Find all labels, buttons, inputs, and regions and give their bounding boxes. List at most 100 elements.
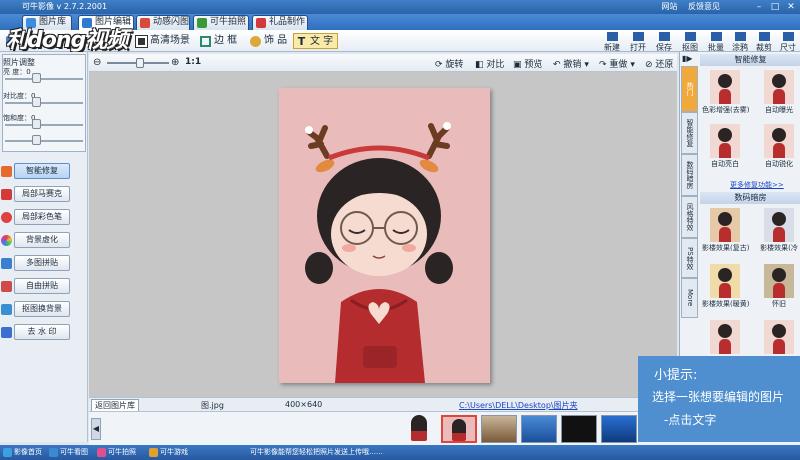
effect-more-1[interactable]	[702, 320, 748, 355]
zoom-actual-size[interactable]: 1:1	[185, 57, 201, 67]
effect-auto-exposure[interactable]: 自动曝光	[756, 70, 800, 115]
open-icon	[632, 32, 644, 41]
filmstrip-thumbnail[interactable]	[561, 415, 597, 443]
taskbar-home[interactable]: 影像首页	[2, 447, 42, 458]
undo-button[interactable]: ↶ 撤销 ▾	[553, 57, 589, 70]
ornament-button[interactable]: 饰 品	[248, 33, 287, 49]
free-collage-button[interactable]: 自由拼贴	[14, 278, 70, 294]
more-repair-link[interactable]: 更多修复功能>>	[730, 180, 784, 190]
doodle-button[interactable]: 涂鸦	[728, 32, 752, 52]
contrast-slider[interactable]: 对比度：0	[3, 91, 87, 109]
crop-button[interactable]: 裁剪	[752, 32, 776, 52]
feedback-link[interactable]: 反馈意见	[688, 2, 720, 11]
hd-scene-button[interactable]: 高清场景	[134, 33, 190, 49]
taskbar-viewer[interactable]: 可牛看图	[48, 447, 88, 458]
doodle-icon	[734, 32, 746, 41]
effect-more-2[interactable]	[756, 320, 800, 355]
open-button[interactable]: 打开	[626, 32, 650, 52]
effect-color-enhance[interactable]: 色彩增强(去雾)	[702, 70, 749, 115]
website-link[interactable]: 网站	[661, 2, 677, 11]
text-button[interactable]: T 文 字	[293, 33, 339, 49]
effect-nostalgia[interactable]: 怀旧	[756, 264, 800, 309]
smart-repair-button[interactable]: 智能修复	[14, 163, 70, 179]
tab-camera[interactable]: 可牛拍照	[193, 15, 249, 30]
vtab-smart-repair[interactable]: 智能修复	[681, 112, 698, 154]
chevron-down-icon[interactable]: ▾	[630, 60, 635, 70]
panel-collapse-icon[interactable]: ▮▶	[682, 54, 693, 63]
effect-studio-cool[interactable]: 影楼效果(冷	[756, 208, 800, 253]
edited-photo[interactable]	[279, 88, 490, 383]
slider-knob[interactable]	[31, 135, 41, 145]
background-blur-button[interactable]: 背景虚化	[14, 232, 70, 248]
zoom-in-icon[interactable]: ⊕	[171, 57, 179, 68]
taskbar-status: 可牛影像能帮您轻松把照片发送上传哦……	[250, 448, 383, 456]
brightness-slider[interactable]: 亮 度：0	[3, 67, 87, 85]
effect-studio-vintage[interactable]: 影楼效果(复古)	[702, 208, 749, 253]
vtab-ps-effects[interactable]: PS特效	[681, 238, 698, 278]
vtab-darkroom[interactable]: 数码暗房	[681, 154, 698, 196]
cutout-icon	[684, 32, 696, 41]
maximize-icon[interactable]: □	[768, 1, 782, 13]
save-button[interactable]: 保存	[652, 32, 676, 52]
scene-icon	[135, 35, 148, 48]
slider-knob[interactable]	[31, 97, 41, 107]
game-icon	[149, 448, 158, 457]
effect-preview	[710, 264, 740, 298]
left-tool-panel: 照片调整 亮 度：0 对比度：0 饱和度：0 智能修复 局部马赛克 局部彩色笔 …	[0, 52, 88, 442]
title-bar: 可牛影像 v 2.7.2.2001 网站 反馈意见 – □ ✕	[0, 0, 800, 14]
redo-button[interactable]: ↷ 重做 ▾	[599, 57, 635, 70]
effect-auto-brighten[interactable]: 自动亮白	[702, 124, 748, 169]
effect-preview	[710, 70, 740, 104]
preview-button[interactable]: ▣ 预览	[513, 57, 542, 70]
filmstrip-thumbnail[interactable]	[601, 415, 637, 443]
compare-button[interactable]: ◧ 对比	[475, 57, 504, 70]
rotate-button[interactable]: ⟳ 旋转	[435, 57, 463, 70]
minimize-icon[interactable]: –	[752, 1, 766, 13]
remove-watermark-button[interactable]: 去 水 印	[14, 324, 70, 340]
filmstrip-thumbnail[interactable]	[521, 415, 557, 443]
local-color-pen-button[interactable]: 局部彩色笔	[14, 209, 70, 225]
extra-slider[interactable]	[3, 129, 87, 147]
cutout-background-button[interactable]: 抠图换背景	[14, 301, 70, 317]
multi-collage-button[interactable]: 多图拼贴	[14, 255, 70, 271]
viewer-icon	[49, 448, 58, 457]
slider-knob[interactable]	[31, 119, 41, 129]
effect-auto-sharpen[interactable]: 自动锐化	[756, 124, 800, 169]
tip-overlay: 小提示: 选择一张想要编辑的图片 -点击文字	[638, 356, 800, 442]
file-path-link[interactable]: C:\Users\DELL\Desktop\图片夹	[459, 400, 578, 411]
mosaic-icon	[1, 189, 12, 200]
scroll-left-icon[interactable]: ◀	[91, 418, 101, 440]
zoom-out-icon[interactable]: ⊖	[93, 57, 101, 68]
effect-studio-warm[interactable]: 影楼效果(暖黄)	[702, 264, 749, 309]
tab-gift-making[interactable]: 礼品制作	[252, 15, 308, 30]
restore-icon: ⊘	[645, 60, 653, 70]
local-mosaic-button[interactable]: 局部马赛克	[14, 186, 70, 202]
taskbar-games[interactable]: 可牛游戏	[148, 447, 188, 458]
slider-knob[interactable]	[31, 73, 41, 83]
new-icon	[606, 32, 618, 41]
chevron-down-icon[interactable]: ▾	[584, 60, 589, 70]
app-title: 可牛影像 v 2.7.2.2001	[22, 2, 108, 11]
restore-button[interactable]: ⊘ 还原	[645, 57, 673, 70]
cutout-button[interactable]: 抠图	[678, 32, 702, 52]
watermark-remove-icon	[1, 327, 12, 338]
resize-button[interactable]: 尺寸	[776, 32, 800, 52]
vtab-more[interactable]: More	[681, 278, 698, 318]
vtab-style-effects[interactable]: 风格特效	[681, 196, 698, 238]
smart-repair-icon	[1, 166, 12, 177]
frame-button[interactable]: 边 框	[198, 33, 237, 49]
close-icon[interactable]: ✕	[784, 1, 798, 13]
new-button[interactable]: 新建	[600, 32, 624, 52]
filmstrip-thumbnail-selected[interactable]	[441, 415, 477, 443]
taskbar-camera[interactable]: 可牛拍照	[96, 447, 136, 458]
slider-track	[5, 78, 83, 80]
zoom-slider-knob[interactable]	[136, 58, 145, 68]
free-collage-icon	[1, 281, 12, 292]
image-info-bar: 返回图片库 图.jpg 400×640 C:\Users\DELL\Deskto…	[89, 397, 677, 412]
vtab-hot[interactable]: 热门	[681, 66, 698, 112]
filmstrip-thumbnail[interactable]	[401, 415, 437, 443]
tab-animated-gif[interactable]: 动感闪图	[136, 15, 190, 30]
canvas-toolbar: ⊖ ⊕ 1:1 ⟳ 旋转 ◧ 对比 ▣ 预览 ↶ 撤销 ▾ ↷ 重做 ▾ ⊘ 还…	[89, 54, 677, 72]
filmstrip-thumbnail[interactable]	[481, 415, 517, 443]
batch-button[interactable]: 批量	[704, 32, 728, 52]
